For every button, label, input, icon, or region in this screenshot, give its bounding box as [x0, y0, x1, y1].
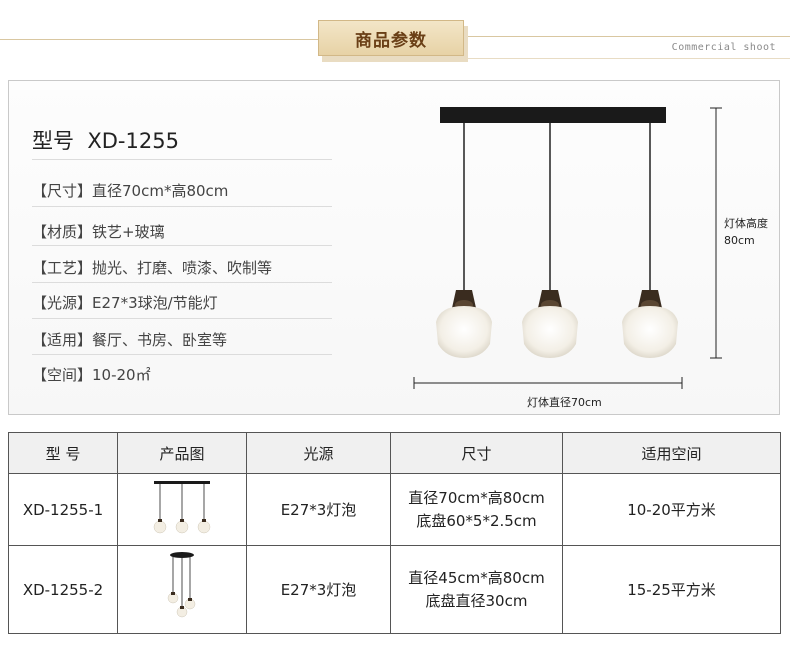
spec-divider [32, 245, 332, 246]
table-row: XD-1255-2 E27*3灯泡 直径45cm*高80cm 底盘直径30cm … [8, 545, 781, 634]
row-model: XD-1255-1 [8, 472, 118, 547]
table-header-image: 产品图 [117, 432, 247, 474]
model-label: 型号 [32, 129, 74, 153]
spec-light-source: 【光源】E27*3球泡/节能灯 [32, 292, 332, 313]
model-title: 型号 XD-1255 [32, 125, 179, 155]
spec-divider [32, 206, 332, 207]
row-model: XD-1255-2 [8, 545, 118, 634]
spec-usage: 【适用】餐厅、书房、卧室等 [32, 329, 332, 350]
row-product-image [117, 472, 247, 547]
table-row: XD-1255-1 E27*3灯泡 直径70cm*高80cm 底盘60*5*2.… [8, 472, 781, 547]
header-divider-left [0, 39, 318, 40]
table-header-model: 型 号 [8, 432, 118, 474]
spec-table: 型 号 产品图 光源 尺寸 适用空间 XD-1255-1 E27*3灯泡 直径7… [8, 432, 781, 634]
height-dimension-line [710, 107, 722, 359]
round-pendant-thumbnail [167, 551, 196, 617]
width-dimension-line [413, 377, 683, 389]
spec-material-text: 【材质】铁艺+玻璃 [32, 223, 165, 241]
spec-space-text: 【空间】10-20㎡ [32, 366, 151, 384]
table-header-size: 尺寸 [390, 432, 563, 474]
spec-material: 【材质】铁艺+玻璃 [32, 221, 332, 242]
row-size-line1: 直径45cm*高80cm [408, 568, 545, 587]
row-size-line1: 直径70cm*高80cm [408, 488, 545, 507]
spec-divider [32, 159, 332, 160]
spec-usage-text: 【适用】餐厅、书房、卧室等 [32, 331, 228, 349]
row-space: 15-25平方米 [562, 545, 781, 634]
model-number: XD-1255 [87, 129, 179, 153]
section-subtitle: Commercial shoot [671, 42, 776, 53]
spec-space: 【空间】10-20㎡ [32, 364, 332, 385]
spec-light-source-text: 【光源】E27*3球泡/节能灯 [32, 294, 218, 312]
pendant-lamp-image [413, 107, 722, 389]
row-space: 10-20平方米 [562, 472, 781, 547]
table-header-row: 型 号 产品图 光源 尺寸 适用空间 [8, 432, 781, 474]
spec-size: 【尺寸】直径70cm*高80cm [32, 180, 332, 201]
height-label-line1: 灯体高度 [724, 217, 768, 230]
row-light-source: E27*3灯泡 [246, 472, 391, 547]
table-header-space: 适用空间 [562, 432, 781, 474]
spec-craft: 【工艺】抛光、打磨、喷漆、吹制等 [32, 257, 332, 278]
height-label-line2: 80cm [724, 234, 755, 247]
linear-pendant-thumbnail [153, 480, 211, 533]
spec-craft-text: 【工艺】抛光、打磨、喷漆、吹制等 [32, 259, 273, 277]
header-divider-right-lower [468, 58, 790, 59]
section-title: 商品参数 [318, 20, 464, 56]
height-dimension-label: 灯体高度 80cm [724, 215, 768, 249]
lamp-shade-right [622, 290, 678, 358]
row-size-line2: 底盘直径30cm [425, 591, 528, 610]
lamp-shade-middle [522, 290, 578, 358]
spec-divider [32, 282, 332, 283]
spec-size-text: 【尺寸】直径70cm*高80cm [32, 182, 229, 200]
row-size-line2: 底盘60*5*2.5cm [416, 511, 537, 530]
row-size: 直径70cm*高80cm 底盘60*5*2.5cm [390, 472, 563, 547]
row-product-image [117, 545, 247, 634]
lamp-canopy-bar [440, 107, 666, 123]
row-light-source: E27*3灯泡 [246, 545, 391, 634]
table-header-light: 光源 [246, 432, 391, 474]
width-dimension-label: 灯体直径70cm [527, 396, 602, 409]
spec-divider [32, 354, 332, 355]
lamp-shade-left [436, 290, 492, 358]
row-size: 直径45cm*高80cm 底盘直径30cm [390, 545, 563, 634]
spec-divider [32, 318, 332, 319]
header-divider-right [468, 36, 790, 37]
